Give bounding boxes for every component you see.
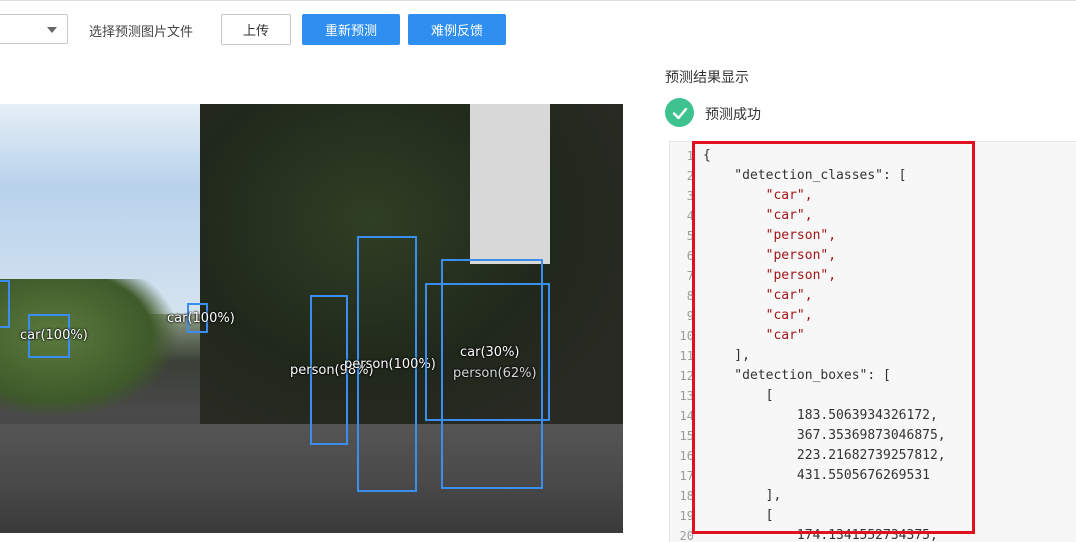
bbox-label-person-3: person(62%) xyxy=(453,366,537,381)
bbox-label-car-1: car(100%) xyxy=(20,328,88,343)
highlight-annotation xyxy=(692,141,975,534)
check-icon xyxy=(672,107,687,119)
prediction-image: car(100%) car(100%) person(98%) person(1… xyxy=(0,104,623,533)
hard-example-feedback-button[interactable]: 难例反馈 xyxy=(408,14,506,45)
top-divider xyxy=(0,0,1076,4)
model-select[interactable] xyxy=(0,14,68,44)
result-title: 预测结果显示 xyxy=(665,70,749,86)
status-text: 预测成功 xyxy=(705,107,761,123)
file-select-hint: 选择预测图片文件 xyxy=(89,25,194,40)
bbox-label-person-2: person(100%) xyxy=(344,357,436,372)
bbox-label-car-2: car(100%) xyxy=(167,311,235,326)
bbox-label-car-3: car(30%) xyxy=(460,345,520,360)
chevron-down-icon xyxy=(47,27,57,33)
image-building xyxy=(470,104,550,264)
repredict-button[interactable]: 重新预测 xyxy=(302,14,400,45)
bbox-car-edge xyxy=(0,280,10,328)
check-circle-icon xyxy=(665,98,694,127)
upload-button[interactable]: 上传 xyxy=(221,14,291,45)
image-trees-left xyxy=(0,279,180,419)
